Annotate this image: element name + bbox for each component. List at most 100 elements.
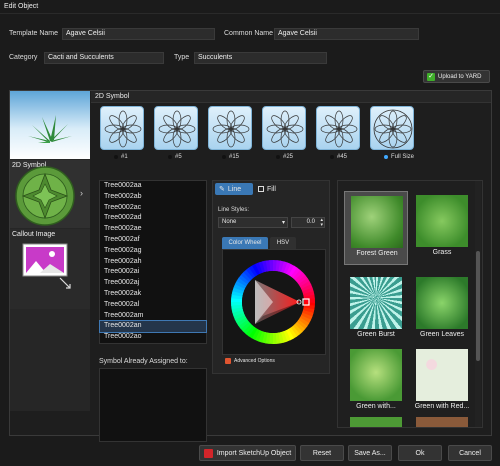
- checkmark-icon: ✓: [427, 72, 435, 81]
- line-styles-label: Line Styles:: [218, 207, 250, 213]
- tab-callout-image[interactable]: Callout Image: [10, 229, 90, 309]
- texture-swatch[interactable]: Forest Green: [344, 191, 408, 265]
- line-width-field[interactable]: 0.0 ▴ ▾: [291, 217, 325, 228]
- stepper-icon[interactable]: ▴ ▾: [320, 218, 323, 228]
- cancel-button[interactable]: Cancel: [448, 445, 492, 461]
- symbol-option-text: #1: [121, 154, 128, 160]
- radio-dot-icon[interactable]: [114, 155, 118, 159]
- scrollbar-thumb[interactable]: [476, 251, 480, 361]
- advanced-options-label: Advanced Options: [234, 358, 275, 364]
- list-item[interactable]: Tree0002ai: [100, 267, 206, 278]
- list-item[interactable]: Tree0002al: [100, 300, 206, 311]
- import-sketchup-button[interactable]: Import SketchUp Object: [199, 445, 296, 461]
- texture-image[interactable]: [350, 417, 402, 427]
- tab-hsv[interactable]: HSV: [270, 237, 296, 249]
- symbol-option-5[interactable]: [370, 106, 414, 150]
- list-item[interactable]: Tree0002an: [99, 320, 207, 334]
- symbol-option-label[interactable]: #25: [276, 154, 293, 160]
- chevron-right-icon[interactable]: ›: [80, 188, 83, 198]
- symbol-section-header: 2D Symbol: [91, 91, 491, 103]
- radio-dot-icon[interactable]: [276, 155, 280, 159]
- list-item[interactable]: Tree0002ah: [100, 257, 206, 268]
- color-wheel-area[interactable]: [222, 249, 326, 355]
- list-item[interactable]: Tree0002ac: [100, 203, 206, 214]
- tab-line[interactable]: ✎ Line: [215, 183, 253, 195]
- tab-2d-symbol[interactable]: 2D Symbol ›: [10, 160, 90, 228]
- sketchup-icon: [203, 448, 213, 458]
- texture-swatch[interactable]: Green Burst: [344, 273, 408, 347]
- texture-scrollbar[interactable]: [475, 181, 481, 427]
- line-style-select[interactable]: None ▾: [218, 217, 288, 228]
- texture-image[interactable]: [416, 417, 468, 427]
- category-label: Category: [9, 54, 38, 61]
- fill-icon: [258, 186, 264, 192]
- template-name-field[interactable]: Agave Celsii: [62, 28, 215, 40]
- symbol-option-label[interactable]: Full Size: [384, 154, 414, 160]
- common-name-label: Common Name: [224, 30, 274, 37]
- tree-list[interactable]: Tree0002aa Tree0002ab Tree0002ac Tree0002ad…: [99, 180, 207, 344]
- tab-fill-label: Fill: [267, 185, 276, 193]
- symbol-option-label[interactable]: #45: [330, 154, 347, 160]
- symbol-option-label[interactable]: #15: [222, 154, 239, 160]
- list-item[interactable]: Tree0002aj: [100, 278, 206, 289]
- tab-callout-label: Callout Image: [12, 231, 56, 238]
- symbol-option-label[interactable]: #1: [114, 154, 128, 160]
- agave-plant-icon: [28, 115, 72, 143]
- ok-button[interactable]: Ok: [398, 445, 442, 461]
- texture-panel: Forest Green Grass Green Burst Green Leaves…: [337, 180, 483, 428]
- texture-swatch[interactable]: Green Leaves: [410, 273, 474, 347]
- symbol-header-label: 2D Symbol: [95, 93, 130, 100]
- symbol-option-text: #5: [175, 154, 182, 160]
- upload-label: Upload to YARD: [438, 73, 482, 80]
- pen-icon: ✎: [219, 186, 225, 193]
- list-item[interactable]: Tree0002am: [100, 311, 206, 322]
- list-item[interactable]: Tree0002ab: [100, 192, 206, 203]
- tab-line-label: Line: [227, 185, 242, 193]
- symbol-option-text: #45: [337, 154, 348, 160]
- common-name-field[interactable]: Agave Celsii: [274, 28, 419, 40]
- color-wheel[interactable]: [223, 250, 327, 354]
- advanced-options[interactable]: Advanced Options: [225, 358, 275, 364]
- title-bar: Edit Object: [0, 0, 500, 14]
- radio-dot-icon[interactable]: [168, 155, 172, 159]
- symbol-option-0[interactable]: [100, 106, 144, 150]
- list-item[interactable]: Tree0002ak: [100, 289, 206, 300]
- symbol-option-3[interactable]: [262, 106, 306, 150]
- texture-image: [350, 349, 402, 401]
- save-as-button[interactable]: Save As...: [348, 445, 392, 461]
- texture-swatch[interactable]: Green with...: [344, 345, 408, 419]
- tab-color-wheel[interactable]: Color Wheel: [222, 237, 268, 249]
- left-column: 2D Symbol › Callout Image: [10, 91, 90, 411]
- category-field[interactable]: Cacti and Succulents: [44, 52, 164, 64]
- symbol-option-label[interactable]: #5: [168, 154, 182, 160]
- list-item[interactable]: Tree0002ao: [100, 332, 206, 343]
- list-item[interactable]: Tree0002aa: [100, 181, 206, 192]
- symbol-option-4[interactable]: [316, 106, 360, 150]
- window-title: Edit Object: [4, 3, 39, 10]
- texture-image: [351, 196, 403, 248]
- texture-swatch[interactable]: Grass: [410, 191, 474, 265]
- texture-image: [416, 349, 468, 401]
- texture-label: Forest Green: [356, 250, 398, 257]
- radio-dot-icon[interactable]: [330, 155, 334, 159]
- list-item[interactable]: Tree0002ag: [100, 246, 206, 257]
- advanced-options-icon: [225, 358, 231, 364]
- symbol-option-2[interactable]: [208, 106, 252, 150]
- list-item[interactable]: Tree0002af: [100, 235, 206, 246]
- radio-dot-icon[interactable]: [222, 155, 226, 159]
- texture-label: Green with...: [356, 403, 396, 410]
- list-item[interactable]: Tree0002ae: [100, 224, 206, 235]
- texture-label: Green Burst: [357, 331, 395, 338]
- texture-swatch[interactable]: Green with Red...: [410, 345, 474, 419]
- type-field[interactable]: Succulents: [194, 52, 327, 64]
- tab-color-wheel-label: Color Wheel: [228, 240, 262, 246]
- list-item[interactable]: Tree0002ad: [100, 213, 206, 224]
- tab-fill[interactable]: Fill: [255, 183, 285, 195]
- upload-to-yard-button[interactable]: ✓ Upload to YARD: [423, 70, 490, 83]
- texture-image: [416, 195, 468, 247]
- reset-button[interactable]: Reset: [300, 445, 344, 461]
- texture-image: [416, 277, 468, 329]
- symbol-option-text: #15: [229, 154, 240, 160]
- radio-dot-icon[interactable]: [384, 155, 388, 159]
- symbol-option-1[interactable]: [154, 106, 198, 150]
